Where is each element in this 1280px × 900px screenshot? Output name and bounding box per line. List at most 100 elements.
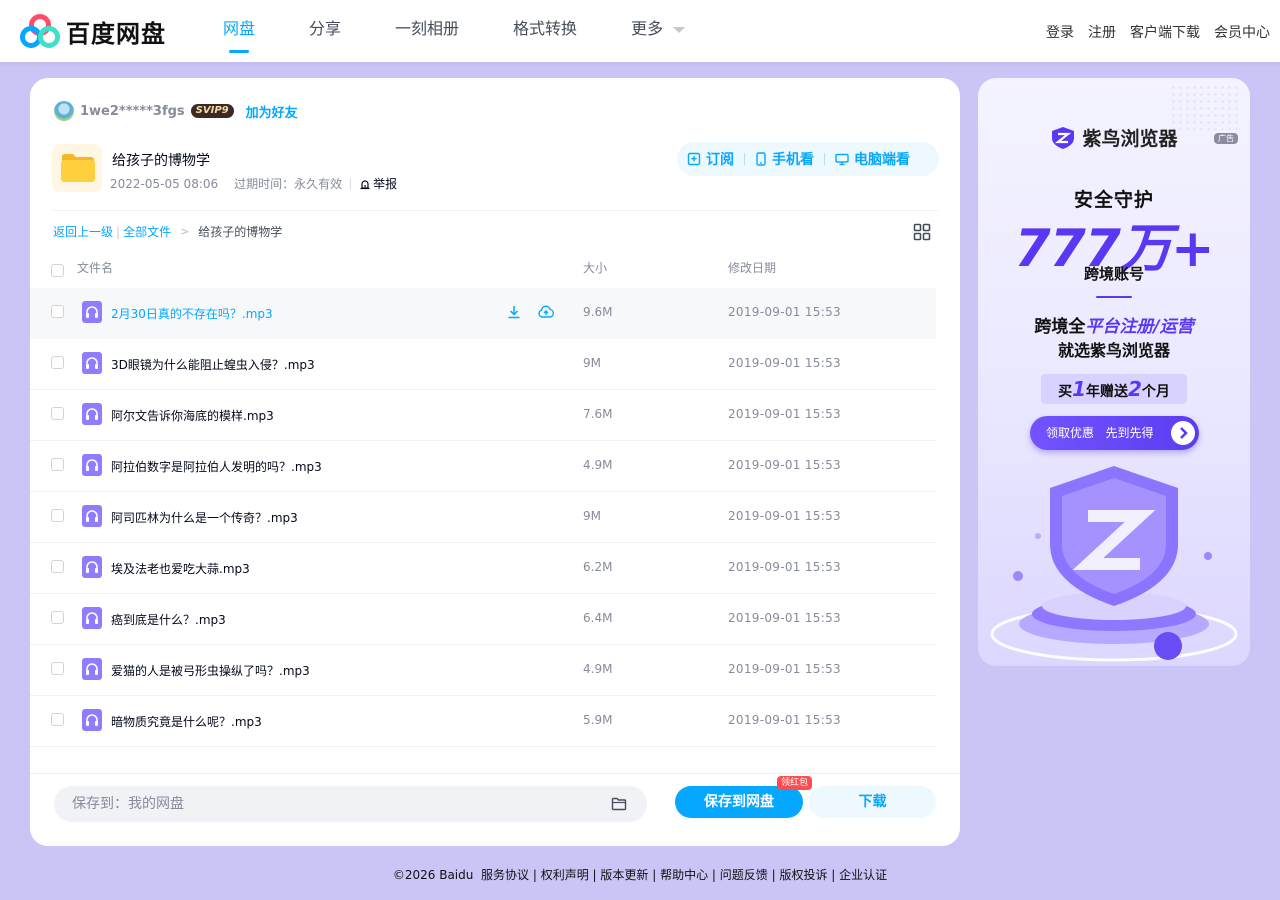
file-date: 2019-09-01 15:53 xyxy=(728,305,841,319)
ad-tagline-prefix: 跨境全 xyxy=(1034,317,1086,337)
chevron-right-icon: > xyxy=(180,225,190,238)
add-friend-link[interactable]: 加为好友 xyxy=(246,102,298,121)
file-name[interactable]: 暗物质究竟是什么呢？.mp3 xyxy=(111,713,262,730)
footer-link-copyright-complaint[interactable]: 版权投诉 xyxy=(779,868,827,882)
save-to-cloud-icon[interactable] xyxy=(537,303,555,321)
row-checkbox[interactable] xyxy=(51,509,64,522)
phone-icon xyxy=(756,152,766,166)
table-row[interactable]: 阿拉伯数字是阿拉伯人发明的吗？.mp3 4.9M 2019-09-01 15:5… xyxy=(30,441,936,492)
grid-view-icon[interactable] xyxy=(913,223,931,241)
row-checkbox[interactable] xyxy=(51,305,64,318)
top-links: 登录 注册 客户端下载 会员中心 xyxy=(1046,22,1270,42)
row-actions xyxy=(505,303,555,321)
table-row[interactable]: 阿尔文告诉你海底的模样.mp3 7.6M 2019-09-01 15:53 xyxy=(30,390,936,441)
nav-item-more[interactable]: 更多 xyxy=(631,0,686,62)
share-card: 1we2*****3fgs SVIP9 加为好友 给孩子的博物学 2022-05… xyxy=(30,78,960,846)
client-download-link[interactable]: 客户端下载 xyxy=(1130,22,1200,42)
back-link[interactable]: 返回上一级 xyxy=(53,223,113,240)
file-date: 2019-09-01 15:53 xyxy=(728,662,841,676)
share-owner: 1we2*****3fgs SVIP9 加为好友 xyxy=(54,101,298,121)
svip-badge: SVIP9 xyxy=(190,104,234,118)
folder-meta: 2022-05-05 08:06 过期时间：永久有效 举报 xyxy=(110,175,397,192)
select-all-checkbox[interactable] xyxy=(51,264,64,277)
phone-view-button[interactable]: 手机看 xyxy=(745,142,824,176)
subscribe-icon xyxy=(687,152,701,166)
audio-file-icon xyxy=(82,301,102,323)
audio-file-icon xyxy=(82,709,102,731)
save-path-label: 保存到：我的网盘 xyxy=(72,796,184,812)
footer-link-rights[interactable]: 权利声明 xyxy=(541,868,589,882)
ad-banner[interactable]: 紫鸟浏览器 广告 安全守护 777万+ 跨境账号 跨境全平台注册/运营 就选紫鸟… xyxy=(978,78,1250,666)
footer-link-help[interactable]: 帮助中心 xyxy=(660,868,708,882)
file-size: 7.6M xyxy=(583,407,613,421)
row-checkbox[interactable] xyxy=(51,713,64,726)
save-bar: 保存到：我的网盘 保存到网盘 领红包 下载 xyxy=(30,773,960,846)
column-header-size[interactable]: 大小 xyxy=(583,260,607,276)
nav-item-format-convert[interactable]: 格式转换 xyxy=(513,0,577,62)
table-row[interactable]: 暗物质究竟是什么呢？.mp3 5.9M 2019-09-01 15:53 xyxy=(30,696,936,747)
row-checkbox[interactable] xyxy=(51,662,64,675)
main-nav: 网盘 分享 一刻相册 格式转换 更多 xyxy=(223,0,739,62)
ad-cta-label: 领取优惠 先到先得 xyxy=(1046,426,1154,440)
file-name[interactable]: 3D眼镜为什么能阻止蝗虫入侵？.mp3 xyxy=(111,356,315,373)
report-button[interactable]: 举报 xyxy=(359,175,397,192)
chevron-down-icon xyxy=(673,26,686,33)
avatar[interactable] xyxy=(54,101,74,121)
column-header-modified[interactable]: 修改日期 xyxy=(728,260,776,276)
nav-item-share[interactable]: 分享 xyxy=(309,0,341,62)
footer-link-terms[interactable]: 服务协议 xyxy=(481,868,529,882)
file-name[interactable]: 癌到底是什么？.mp3 xyxy=(111,611,226,628)
table-row[interactable]: 2月30日真的不存在吗？.mp3 9.6M 2019-09-01 15:53 xyxy=(30,288,936,339)
pc-view-label: 电脑端看 xyxy=(854,152,910,168)
file-size: 9.6M xyxy=(583,305,613,319)
footer-link-enterprise[interactable]: 企业认证 xyxy=(839,868,887,882)
top-header: 百度网盘 网盘 分享 一刻相册 格式转换 更多 登录 注册 客户端下载 会员中心 xyxy=(0,0,1280,62)
register-link[interactable]: 注册 xyxy=(1088,22,1116,42)
footer-link-version[interactable]: 版本更新 xyxy=(600,868,648,882)
table-row[interactable]: 阿司匹林为什么是一个传奇？.mp3 9M 2019-09-01 15:53 xyxy=(30,492,936,543)
footer-link-feedback[interactable]: 问题反馈 xyxy=(720,868,768,882)
chevron-right-icon xyxy=(1171,421,1195,445)
row-checkbox[interactable] xyxy=(51,407,64,420)
save-path-input[interactable]: 保存到：我的网盘 xyxy=(54,786,647,822)
nav-item-album[interactable]: 一刻相册 xyxy=(395,0,459,62)
nav-item-netdisk[interactable]: 网盘 xyxy=(223,0,255,62)
phone-view-label: 手机看 xyxy=(772,152,814,168)
ad-brand-name: 紫鸟浏览器 xyxy=(1082,128,1178,150)
audio-file-icon xyxy=(82,454,102,476)
row-checkbox[interactable] xyxy=(51,560,64,573)
row-checkbox[interactable] xyxy=(51,611,64,624)
folder-icon[interactable] xyxy=(611,796,627,812)
table-row[interactable]: 3D眼镜为什么能阻止蝗虫入侵？.mp3 9M 2019-09-01 15:53 xyxy=(30,339,936,390)
column-header-name[interactable]: 文件名 xyxy=(77,260,113,276)
ad-promo-box: 买1年赠送2个月 xyxy=(1041,374,1187,404)
download-button[interactable]: 下载 xyxy=(809,786,936,818)
all-files-link[interactable]: 全部文件 xyxy=(123,223,171,240)
login-link[interactable]: 登录 xyxy=(1046,22,1074,42)
row-checkbox[interactable] xyxy=(51,458,64,471)
ad-promo-text: 年赠送 xyxy=(1086,384,1128,400)
share-created-time: 2022-05-05 08:06 xyxy=(110,176,219,191)
save-to-netdisk-button[interactable]: 保存到网盘 xyxy=(675,786,803,818)
file-name[interactable]: 阿尔文告诉你海底的模样.mp3 xyxy=(111,407,274,424)
file-name[interactable]: 埃及法老也爱吃大蒜.mp3 xyxy=(111,560,250,577)
vip-center-link[interactable]: 会员中心 xyxy=(1214,22,1270,42)
file-name[interactable]: 阿司匹林为什么是一个传奇？.mp3 xyxy=(111,509,298,526)
ad-divider xyxy=(1096,296,1132,298)
file-name[interactable]: 2月30日真的不存在吗？.mp3 xyxy=(111,305,273,322)
ad-tagline-highlight: 平台注册/运营 xyxy=(1085,317,1194,337)
file-name[interactable]: 爱猫的人是被弓形虫操纵了吗？.mp3 xyxy=(111,662,310,679)
subscribe-label: 订阅 xyxy=(706,152,734,168)
owner-name[interactable]: 1we2*****3fgs xyxy=(80,104,185,119)
file-size: 6.4M xyxy=(583,611,613,625)
pc-view-button[interactable]: 电脑端看 xyxy=(825,142,920,176)
table-row[interactable]: 爱猫的人是被弓形虫操纵了吗？.mp3 4.9M 2019-09-01 15:53 xyxy=(30,645,936,696)
download-icon[interactable] xyxy=(505,303,523,321)
baidu-netdisk-logo[interactable]: 百度网盘 xyxy=(20,14,166,48)
table-row[interactable]: 埃及法老也爱吃大蒜.mp3 6.2M 2019-09-01 15:53 xyxy=(30,543,936,594)
file-name[interactable]: 阿拉伯数字是阿拉伯人发明的吗？.mp3 xyxy=(111,458,322,475)
table-row[interactable]: 癌到底是什么？.mp3 6.4M 2019-09-01 15:53 xyxy=(30,594,936,645)
ad-cta-button[interactable]: 领取优惠 先到先得 xyxy=(1030,416,1199,450)
row-checkbox[interactable] xyxy=(51,356,64,369)
subscribe-button[interactable]: 订阅 xyxy=(677,142,744,176)
